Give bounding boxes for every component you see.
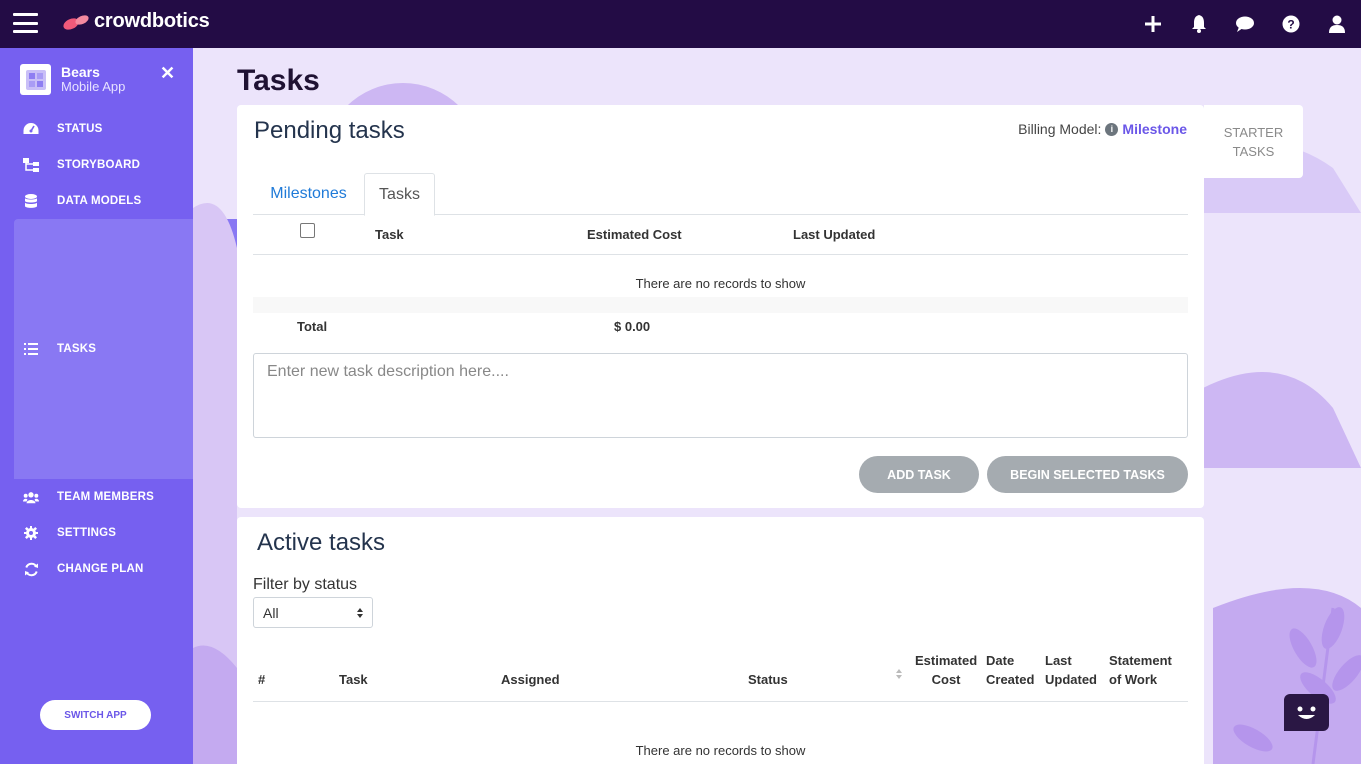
pending-tasks-title: Pending tasks [254, 117, 405, 144]
sort-arrows-icon [357, 608, 363, 618]
pending-tasks-card: Pending tasks Billing Model: i Milestone… [237, 105, 1204, 508]
user-icon[interactable] [1325, 12, 1349, 36]
active-table-header: # Task Assigned Status Estimated Cost Dat… [253, 649, 1188, 702]
crowdbotics-logo-icon [63, 14, 89, 30]
chat-widget-button[interactable] [1284, 694, 1329, 731]
app-name: Bears [61, 64, 100, 80]
column-estimated-cost: Estimated Cost [587, 227, 682, 242]
status-filter-select[interactable]: All [253, 597, 373, 628]
sidebar-item-team-members[interactable]: TEAM MEMBERS [14, 479, 183, 515]
column-task: Task [375, 227, 404, 242]
status-filter-value: All [263, 605, 279, 621]
sort-icon[interactable] [895, 667, 903, 681]
sidebar-item-settings[interactable]: SETTINGS [14, 515, 183, 551]
begin-selected-tasks-button[interactable]: BEGIN SELECTED TASKS [987, 456, 1188, 493]
empty-message: There are no records to show [635, 743, 806, 758]
column-last-updated: Last Updated [793, 227, 876, 242]
sidebar-item-storyboard[interactable]: STORYBOARD [14, 147, 183, 183]
bell-icon[interactable] [1187, 12, 1211, 36]
empty-message: There are no records to show [635, 276, 806, 291]
sidebar-item-label: STORYBOARD [57, 159, 141, 171]
column-estimated-cost: Estimated Cost [915, 653, 978, 687]
column-task: Task [339, 672, 368, 687]
sidebar-item-label: TEAM MEMBERS [57, 491, 154, 503]
switch-app-button[interactable]: SWITCH APP [40, 700, 151, 730]
svg-text:?: ? [1287, 18, 1294, 32]
menu-icon[interactable] [13, 13, 38, 33]
billing-model: Billing Model: i Milestone [1018, 121, 1187, 137]
info-icon[interactable]: i [1105, 122, 1119, 136]
top-bar: crowdbotics ? [0, 0, 1361, 48]
database-icon [23, 193, 39, 209]
sidebar-item-label: STATUS [57, 123, 103, 135]
close-icon[interactable]: ✕ [160, 63, 175, 84]
sidebar: Bears Mobile App ✕ STATUS STORYBOARD DAT… [0, 48, 981, 764]
sidebar-item-label: CHANGE PLAN [57, 563, 144, 575]
gear-icon [23, 525, 39, 541]
pending-tabs: Milestones Tasks [253, 173, 1188, 216]
sitemap-icon [23, 157, 39, 173]
sidebar-item-label: DATA MODELS [57, 195, 142, 207]
select-all-checkbox[interactable] [300, 223, 315, 238]
app-type: Mobile App [61, 79, 126, 94]
tasks-icon [23, 341, 39, 357]
dashboard-icon [23, 121, 39, 137]
sidebar-item-status[interactable]: STATUS [14, 111, 183, 147]
app-header: Bears Mobile App ✕ [20, 62, 180, 102]
bot-face-icon [1297, 706, 1316, 719]
chat-icon[interactable] [1233, 12, 1257, 36]
table-footer-strip [253, 297, 1188, 313]
brand-name: crowdbotics [94, 10, 210, 32]
help-icon[interactable]: ? [1279, 12, 1303, 36]
pending-table-header: Task Estimated Cost Last Updated [253, 215, 1188, 255]
column-last-updated: Last Updated [1045, 653, 1097, 687]
billing-value[interactable]: Milestone [1122, 121, 1187, 137]
tab-milestones[interactable]: Milestones [253, 173, 364, 215]
total-value: $ 0.00 [614, 319, 651, 334]
total-label: Total [297, 319, 328, 334]
column-date-created: Date Created [986, 653, 1035, 687]
sidebar-item-label: SETTINGS [57, 527, 117, 539]
app-icon [20, 64, 51, 95]
brand-logo[interactable]: crowdbotics [62, 10, 210, 33]
page-title: Tasks [237, 64, 320, 97]
column-status: Status [748, 672, 788, 687]
tab-tasks[interactable]: Tasks [364, 173, 435, 216]
task-description-input[interactable] [253, 353, 1188, 438]
sync-icon [23, 561, 39, 577]
billing-label: Billing Model: [1018, 121, 1102, 137]
active-tasks-card: Active tasks Filter by status All # Task… [237, 517, 1204, 764]
column-assigned: Assigned [501, 672, 560, 687]
users-icon [23, 489, 39, 505]
sidebar-item-data-models[interactable]: DATA MODELS [14, 183, 183, 219]
tab-starter-tasks[interactable]: STARTER TASKS [1204, 105, 1303, 178]
sidebar-item-change-plan[interactable]: CHANGE PLAN [14, 551, 183, 587]
column-number: # [258, 672, 266, 687]
sidebar-item-label: TASKS [57, 343, 97, 355]
plus-icon[interactable] [1141, 12, 1165, 36]
filter-label: Filter by status [253, 576, 358, 593]
add-task-button[interactable]: ADD TASK [859, 456, 979, 493]
sidebar-nav: STATUS STORYBOARD DATA MODELS TASKS TEAM… [14, 111, 981, 587]
column-statement-of-work: Statement of Work [1109, 653, 1172, 687]
active-tasks-title: Active tasks [257, 529, 386, 556]
